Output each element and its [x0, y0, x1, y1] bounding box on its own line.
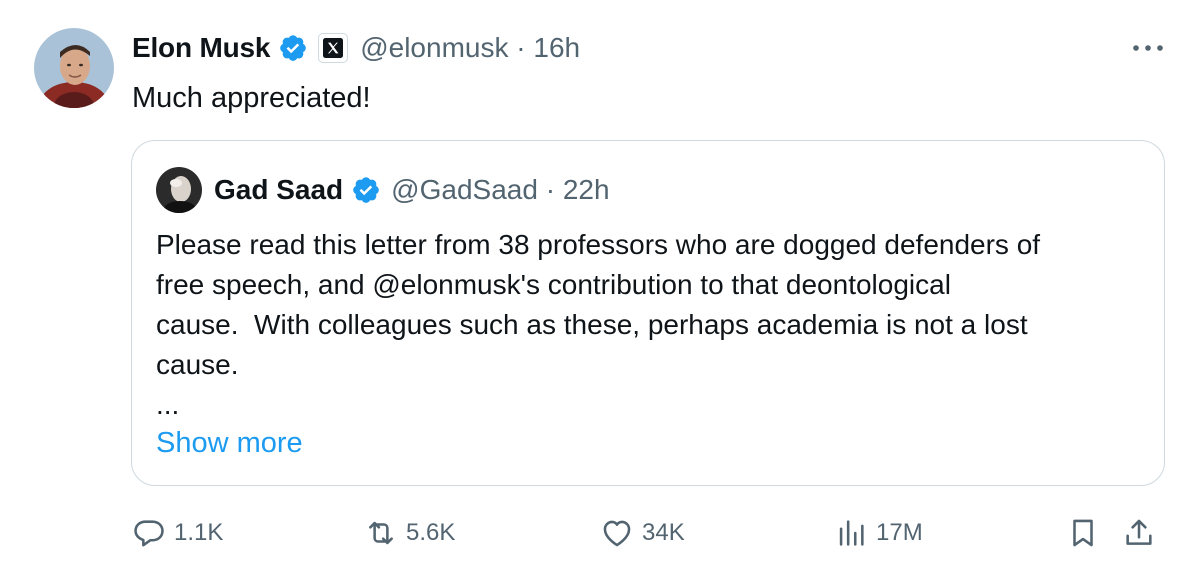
tweet-action-bar: 1.1K 5.6K 34K 17M: [0, 508, 1200, 558]
like-button[interactable]: 34K: [600, 508, 685, 558]
verified-badge-icon[interactable]: [278, 33, 308, 63]
like-count: 34K: [642, 519, 685, 546]
quoted-tweet-time[interactable]: 22h: [563, 174, 610, 205]
quoted-handle-text[interactable]: @GadSaad: [391, 174, 538, 205]
reply-count: 1.1K: [174, 519, 224, 546]
separator-dot: ·: [545, 174, 563, 205]
views-icon: [839, 520, 864, 546]
quoted-tweet[interactable]: Gad Saad @GadSaad · 22h Please read this…: [131, 140, 1165, 486]
views-button[interactable]: 17M: [834, 508, 923, 558]
views-count: 17M: [876, 519, 923, 546]
bookmark-button[interactable]: [1066, 508, 1100, 558]
author-avatar[interactable]: [34, 28, 114, 108]
reply-icon: [134, 520, 164, 547]
verified-badge-icon[interactable]: [351, 175, 381, 205]
heart-icon: [603, 520, 631, 547]
share-button[interactable]: [1122, 508, 1156, 558]
quoted-tweet-text: Please read this letter from 38 professo…: [156, 229, 1041, 380]
author-name[interactable]: Elon Musk: [132, 32, 270, 64]
x-logo-icon[interactable]: [318, 33, 349, 63]
quoted-author-name[interactable]: Gad Saad: [214, 174, 343, 206]
reply-button[interactable]: 1.1K: [132, 508, 223, 558]
author-handle[interactable]: @elonmusk · 16h: [360, 32, 580, 64]
tweet-text: Much appreciated!: [132, 82, 371, 114]
repost-button[interactable]: 5.6K: [364, 508, 455, 558]
author-handle-text[interactable]: @elonmusk: [360, 32, 508, 63]
repost-count: 5.6K: [406, 519, 456, 546]
share-icon: [1126, 519, 1152, 545]
quoted-author-avatar[interactable]: [156, 167, 202, 213]
bookmark-icon: [1073, 519, 1093, 547]
quoted-text-ellipsis: ...: [156, 389, 180, 420]
show-more-link[interactable]: Show more: [156, 423, 303, 463]
tweet-time[interactable]: 16h: [533, 32, 580, 63]
quoted-tweet-header: Gad Saad @GadSaad · 22h: [214, 168, 610, 212]
more-icon[interactable]: [1128, 34, 1168, 62]
separator-dot: ·: [516, 32, 534, 63]
repost-icon: [369, 521, 393, 545]
tweet-header: Elon Musk @elonmusk · 16h: [132, 26, 580, 70]
quoted-author-handle[interactable]: @GadSaad · 22h: [391, 174, 609, 206]
